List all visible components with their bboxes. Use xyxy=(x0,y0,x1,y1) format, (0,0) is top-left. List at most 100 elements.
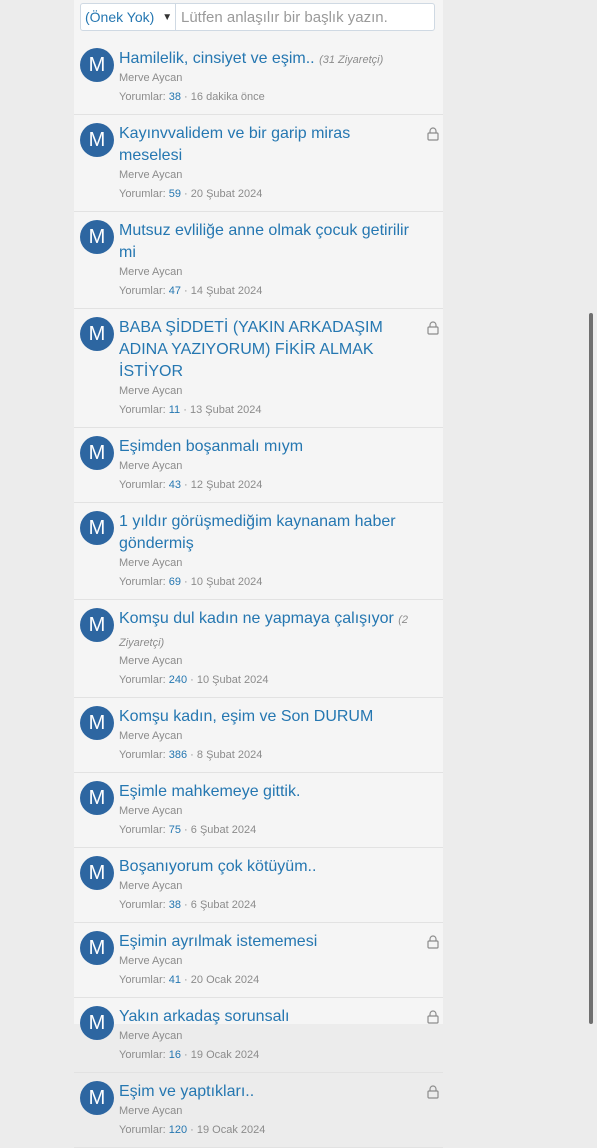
comments-count[interactable]: 38 xyxy=(169,91,181,103)
separator: · xyxy=(184,91,191,103)
thread-author[interactable]: Merve Aycan xyxy=(119,729,437,744)
avatar-letter: M xyxy=(88,613,106,636)
lock-icon xyxy=(427,1010,439,1024)
lock-icon xyxy=(427,321,439,335)
thread-author[interactable]: Merve Aycan xyxy=(119,384,437,399)
avatar[interactable]: M xyxy=(80,511,114,545)
thread-title-text[interactable]: Eşim ve yaptıkları.. xyxy=(119,1083,254,1100)
comments-label: Yorumlar: xyxy=(119,91,166,103)
thread-title[interactable]: Boşanıyorum çok kötüyüm.. xyxy=(119,856,437,879)
thread-item: M 1 yıldır görüşmediğim kaynanam haber g… xyxy=(74,503,443,600)
avatar[interactable]: M xyxy=(80,436,114,470)
thread-author[interactable]: Merve Aycan xyxy=(119,879,437,894)
thread-title-text[interactable]: Eşimden boşanmalı mıym xyxy=(119,438,303,455)
avatar-letter: M xyxy=(88,128,106,151)
thread-title-input[interactable] xyxy=(176,3,434,31)
separator: · xyxy=(184,824,191,836)
thread-title-text[interactable]: BABA ŞİDDETİ (YAKIN ARKADAŞIM ADINA YAZI… xyxy=(119,319,383,380)
thread-date: 8 Şubat 2024 xyxy=(196,749,263,761)
prefix-selected-label: (Önek Yok) xyxy=(85,9,155,25)
thread-date: 16 dakika önce xyxy=(190,91,265,103)
thread-title-text[interactable]: Yakın arkadaş sorunsalı xyxy=(119,1008,289,1025)
thread-title[interactable]: Komşu kadın, eşim ve Son DURUM xyxy=(119,706,437,729)
thread-title[interactable]: Komşu dul kadın ne yapmaya çalışıyor (2 … xyxy=(119,608,437,654)
comments-count[interactable]: 41 xyxy=(169,974,181,986)
thread-author[interactable]: Merve Aycan xyxy=(119,1029,437,1044)
avatar[interactable]: M xyxy=(80,781,114,815)
thread-title[interactable]: Eşimden boşanmalı mıym xyxy=(119,436,437,459)
comments-label: Yorumlar: xyxy=(119,188,166,200)
thread-title[interactable]: Eşim ve yaptıkları.. xyxy=(119,1081,437,1104)
thread-author[interactable]: Merve Aycan xyxy=(119,804,437,819)
thread-author[interactable]: Merve Aycan xyxy=(119,265,437,280)
thread-stats: Yorumlar: 43 · 12 Şubat 2024 xyxy=(119,476,437,494)
comments-label: Yorumlar: xyxy=(119,674,166,686)
thread-title[interactable]: Mutsuz evliliğe anne olmak çocuk getiril… xyxy=(119,220,437,265)
avatar[interactable]: M xyxy=(80,1081,114,1115)
avatar[interactable]: M xyxy=(80,706,114,740)
thread-list: M Hamilelik, cinsiyet ve eşim.. (31 Ziya… xyxy=(74,40,443,1148)
thread-title[interactable]: BABA ŞİDDETİ (YAKIN ARKADAŞIM ADINA YAZI… xyxy=(119,317,437,384)
thread-title-text[interactable]: Komşu kadın, eşim ve Son DURUM xyxy=(119,708,373,725)
comments-count[interactable]: 43 xyxy=(169,479,181,491)
avatar[interactable]: M xyxy=(80,856,114,890)
thread-stats: Yorumlar: 38 · 6 Şubat 2024 xyxy=(119,896,437,914)
thread-title[interactable]: Hamilelik, cinsiyet ve eşim.. (31 Ziyare… xyxy=(119,48,437,71)
thread-stats: Yorumlar: 47 · 14 Şubat 2024 xyxy=(119,282,437,300)
thread-date: 20 Ocak 2024 xyxy=(190,974,260,986)
thread-title-text[interactable]: Kayınvvalidem ve bir garip miras meseles… xyxy=(119,125,350,164)
thread-author[interactable]: Merve Aycan xyxy=(119,954,437,969)
thread-item: M Kayınvvalidem ve bir garip miras mesel… xyxy=(74,115,443,212)
comments-count[interactable]: 59 xyxy=(169,188,181,200)
thread-title-text[interactable]: Eşimle mahkemeye gittik. xyxy=(119,783,300,800)
thread-author[interactable]: Merve Aycan xyxy=(119,1104,437,1119)
thread-title-text[interactable]: Boşanıyorum çok kötüyüm.. xyxy=(119,858,316,875)
comments-count[interactable]: 75 xyxy=(169,824,181,836)
comments-label: Yorumlar: xyxy=(119,576,166,588)
comments-count[interactable]: 47 xyxy=(169,285,181,297)
avatar[interactable]: M xyxy=(80,123,114,157)
thread-date: 6 Şubat 2024 xyxy=(190,899,257,911)
thread-title[interactable]: Eşimle mahkemeye gittik. xyxy=(119,781,437,804)
thread-title[interactable]: 1 yıldır görüşmediğim kaynanam haber gön… xyxy=(119,511,437,556)
thread-title-text[interactable]: Mutsuz evliliğe anne olmak çocuk getiril… xyxy=(119,222,409,261)
avatar[interactable]: M xyxy=(80,608,114,642)
thread-item: M Mutsuz evliliğe anne olmak çocuk getir… xyxy=(74,212,443,309)
thread-item: M BABA ŞİDDETİ (YAKIN ARKADAŞIM ADINA YA… xyxy=(74,309,443,428)
thread-date: 12 Şubat 2024 xyxy=(190,479,263,491)
thread-item: M Boşanıyorum çok kötüyüm.. Merve Aycan … xyxy=(74,848,443,923)
thread-author[interactable]: Merve Aycan xyxy=(119,556,437,571)
thread-author[interactable]: Merve Aycan xyxy=(119,168,437,183)
thread-title-text[interactable]: 1 yıldır görüşmediğim kaynanam haber gön… xyxy=(119,513,396,552)
comments-count[interactable]: 240 xyxy=(169,674,187,686)
separator: · xyxy=(184,285,191,297)
comments-count[interactable]: 16 xyxy=(169,1049,181,1061)
avatar-letter: M xyxy=(88,936,106,959)
avatar[interactable]: M xyxy=(80,1006,114,1040)
avatar[interactable]: M xyxy=(80,317,114,351)
thread-title[interactable]: Yakın arkadaş sorunsalı xyxy=(119,1006,437,1029)
thread-title-text[interactable]: Eşimin ayrılmak istememesi xyxy=(119,933,317,950)
comments-count[interactable]: 69 xyxy=(169,576,181,588)
scrollbar[interactable] xyxy=(589,313,593,1024)
avatar[interactable]: M xyxy=(80,48,114,82)
comments-count[interactable]: 11 xyxy=(169,404,180,416)
comments-label: Yorumlar: xyxy=(119,285,166,297)
thread-title[interactable]: Kayınvvalidem ve bir garip miras meseles… xyxy=(119,123,437,168)
lock-icon xyxy=(427,127,439,141)
avatar[interactable]: M xyxy=(80,931,114,965)
thread-title[interactable]: Eşimin ayrılmak istememesi xyxy=(119,931,437,954)
lock-icon xyxy=(427,1085,439,1099)
comments-count[interactable]: 120 xyxy=(169,1124,187,1136)
comments-count[interactable]: 38 xyxy=(169,899,181,911)
thread-author[interactable]: Merve Aycan xyxy=(119,654,437,669)
comments-count[interactable]: 386 xyxy=(169,749,187,761)
avatar[interactable]: M xyxy=(80,220,114,254)
separator: · xyxy=(184,974,191,986)
thread-stats: Yorumlar: 120 · 19 Ocak 2024 xyxy=(119,1121,437,1139)
thread-author[interactable]: Merve Aycan xyxy=(119,459,437,474)
prefix-select[interactable]: (Önek Yok) ▼ xyxy=(81,4,176,30)
thread-title-text[interactable]: Komşu dul kadın ne yapmaya çalışıyor xyxy=(119,610,394,627)
thread-title-text[interactable]: Hamilelik, cinsiyet ve eşim.. xyxy=(119,50,315,67)
thread-author[interactable]: Merve Aycan xyxy=(119,71,437,86)
